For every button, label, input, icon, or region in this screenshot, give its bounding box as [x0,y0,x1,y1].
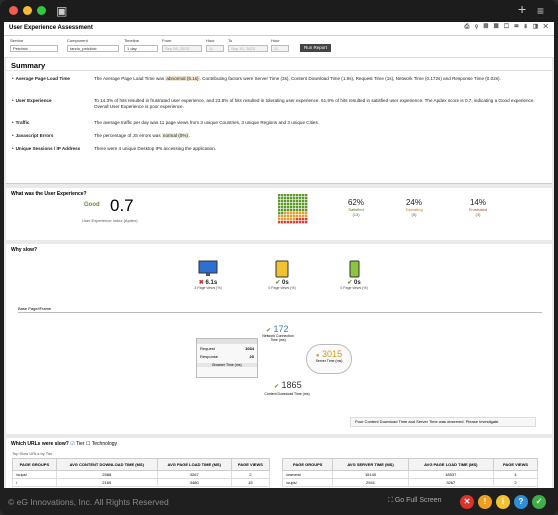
column-header: PAGE VIEWS [230,458,271,471]
summary-label: Average Page Load Time [12,76,90,82]
run-report-button[interactable]: Run Report [300,44,331,52]
summary-value: To 14.3% of hits resulted in frustrated … [94,98,535,110]
apdex-label: User Experience Index (Apdex) [82,218,138,223]
to-label: To [228,38,233,43]
column-header: PAGE GROUPS [12,458,57,471]
error-icon[interactable]: ✕ [460,495,474,509]
copyright-text: © eG Innovations, Inc. All Rights Reserv… [8,497,169,507]
timeline-label: Timeline [124,38,139,43]
urls-subtitle: Top Slow URLs by Tier [12,451,53,456]
slow-urls-section: Which URLs were slow? ☑ Tier ☐ Technolog… [6,438,552,488]
network-value: ✔ 172 [266,324,289,334]
timing-diagram: Request 1034 Response 20 Browser Time (ms)… [196,324,366,410]
service-select[interactable]: Petclinic [10,45,58,52]
column-header: AVG SERVER TIME (MS) [332,458,409,471]
tab-base-page[interactable]: Base Page/iFrame [18,306,542,313]
summary-value: The average traffic per day was 11 page … [94,120,320,125]
main-content: User Experience Assessment ⎙ ⚲ ▤ ▦ ☐ ✉ ⇩… [4,22,554,488]
warning-icon[interactable]: ! [478,495,492,509]
desktop-device[interactable]: ✖ 6.1s 3 Page views (%) [188,260,228,290]
fullscreen-icon: ⛶ [388,497,393,504]
component-select[interactable]: tandu_petclinic [67,45,119,52]
to-hour-label: Hour [271,38,280,43]
panel-header: User Experience Assessment ⎙ ⚲ ▤ ▦ ☐ ✉ ⇩… [4,22,554,36]
apdex-score: 0.7 [110,196,134,215]
from-hour-select[interactable]: 11 [206,45,224,52]
ok-icon[interactable]: ✓ [532,495,546,509]
server-cloud: ● 3015 Server Time (ms) [306,344,352,374]
why-slow-section: Why slow? ✖ 6.1s 3 Page views (%) ✔ 0s 0… [6,244,552,434]
status-badge: normal (0%) [161,133,189,138]
mobile-icon [349,260,360,278]
left-url-table: PAGE GROUPS AVG CONTENT DOWNLOAD TIME (M… [12,458,271,487]
footer-bar: © eG Innovations, Inc. All Rights Reserv… [0,488,558,515]
column-header: AVG PAGE LOAD TIME (MS) [407,458,495,471]
info-icon[interactable]: i [496,495,510,509]
table-row[interactable]: /oups/2941 3267 2 [281,478,538,487]
desktop-icon [198,260,218,276]
sidebar-icon[interactable]: ▣ [56,4,67,18]
network-label: Network Connection Time (ms) [262,334,294,342]
column-header: AVG CONTENT DOWNLOAD TIME (MS) [55,458,158,471]
tablet-device[interactable]: ✔ 0s 0 Page views (%) [262,260,302,290]
table-row[interactable]: /2169 3480 15 [12,478,271,487]
app-window: ▣ + ≡ User Experience Assessment ⎙ ⚲ ▤ ▦… [0,0,558,515]
column-header: AVG PAGE LOAD TIME (MS) [156,458,232,471]
timeline-select[interactable]: 1 day [124,45,158,52]
menu-icon[interactable]: ≡ [537,4,544,18]
tier-checkbox[interactable]: ☑ [70,441,74,447]
close-window-button[interactable] [9,6,18,15]
plus-icon[interactable]: + [518,2,526,16]
to-hour-select[interactable]: 11 [271,45,289,52]
mobile-device[interactable]: ✔ 0s 0 Page views (%) [334,260,374,290]
browser-box: Request 1034 Response 20 Browser Time (ms) [196,338,258,378]
summary-label: Javascript Errors [12,133,90,139]
tablet-icon [275,260,289,278]
table-row[interactable]: /owners/15140 18537 4 [281,470,538,479]
component-label: Component [67,38,88,43]
summary-value: There were 4 unique Desktop IPs accessin… [94,146,217,151]
tolerating-stat: 24% Tolerating (5) [405,198,423,217]
column-header: PAGE GROUPS [281,458,334,471]
content-value: ✔ 1865 [274,380,302,390]
filter-bar: Service Petclinic Component tandu_petcli… [4,36,554,58]
summary-label: Traffic [12,120,90,126]
to-date-field[interactable]: Sep 10, 2023 [228,45,268,52]
summary-value: The percentage of JS errors was normal (… [94,133,191,138]
go-full-screen-button[interactable]: ⛶ Go Full Screen [388,497,442,505]
help-icon[interactable]: ? [514,495,528,509]
experience-grid-icon [278,194,308,224]
technology-checkbox[interactable]: ☐ [86,441,90,447]
urls-title: Which URLs were slow? ☑ Tier ☐ Technolog… [11,441,118,447]
status-badge: abnormal (6.1s) [165,76,200,81]
column-header: PAGE VIEWS [493,458,538,471]
service-label: Service [10,38,24,43]
summary-label: Unique Sessions / IP Address [12,146,90,152]
minimize-window-button[interactable] [23,6,32,15]
frustrated-stat: 14% Frustrated (3) [468,198,488,217]
panel-title: User Experience Assessment [9,25,93,31]
table-row[interactable]: /oups/2588 3267 2 [12,470,271,479]
from-hour-label: Hour [206,38,215,43]
content-label: Content Download Time (ms) [264,392,310,396]
summary-section: Summary Average Page Load Time The Avera… [6,58,552,184]
maximize-window-button[interactable] [37,6,46,15]
user-experience-section: What was the User Experience? Good 0.7 U… [6,188,552,240]
right-url-table: PAGE GROUPS AVG SERVER TIME (MS) AVG PAG… [281,458,538,487]
panel-toolbar-icons[interactable]: ⎙ ⚲ ▤ ▦ ☐ ✉ ⇩ ◨ ✕ [465,24,550,31]
summary-label: User Experience [12,98,90,104]
summary-title: Summary [6,58,552,71]
title-bar: ▣ + ≡ [0,0,558,22]
why-title: Why slow? [11,247,38,253]
satisfied-stat: 62% Satisfied (13) [347,198,364,217]
ux-rating: Good [84,202,100,208]
from-date-field[interactable]: Sep 09, 2023 [162,45,202,52]
investigate-note: Poor Content Download Time and Server Ti… [350,417,536,427]
summary-value: The Average Page Load Time was abnormal … [94,76,501,81]
from-label: From [162,38,172,43]
